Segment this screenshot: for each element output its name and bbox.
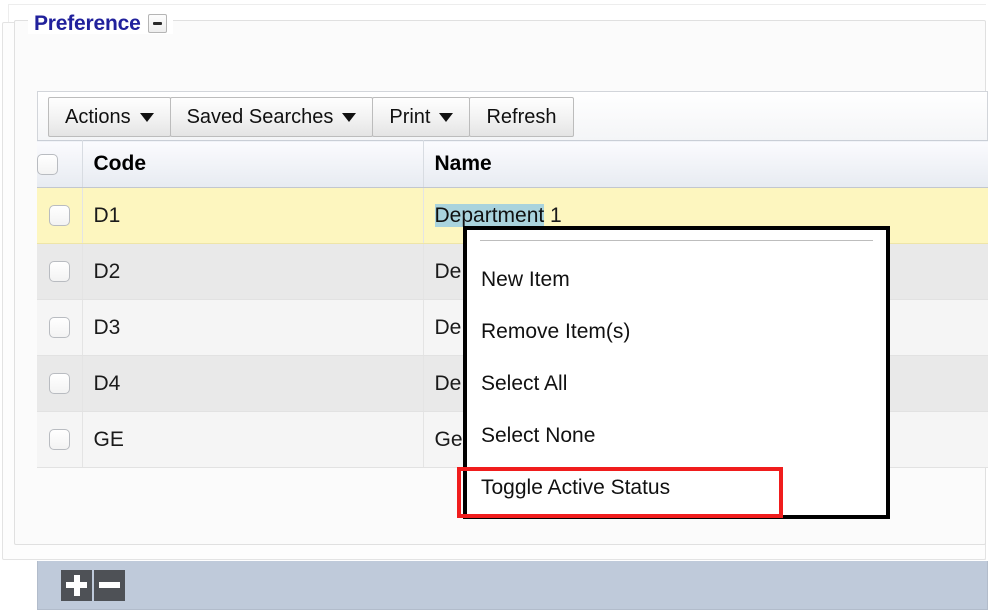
cell-name-text: Department 1: [424, 203, 562, 228]
cell-code-text: D2: [93, 259, 121, 283]
actions-button-label: Actions: [65, 105, 131, 128]
cell-code[interactable]: GE: [82, 411, 424, 468]
select-all-header-cell: [37, 140, 83, 188]
row-checkbox-cell: [37, 355, 83, 412]
column-header-name[interactable]: Name: [423, 140, 988, 188]
context-menu: New Item Remove Item(s) Select All Selec…: [463, 226, 890, 519]
cell-name-text: De: [434, 259, 462, 283]
menu-item-label: Select All: [481, 372, 568, 395]
cell-code[interactable]: D3: [82, 299, 424, 356]
menu-item-label: Select None: [481, 424, 596, 447]
selected-text: Department: [434, 203, 545, 227]
grid-footer-bar: [37, 561, 988, 610]
cell-code-text: GE: [93, 427, 124, 451]
row-checkbox-cell: [37, 187, 83, 244]
menu-item-select-none[interactable]: Select None: [467, 410, 886, 462]
menu-item-label: Toggle Active Status: [481, 476, 671, 499]
section-legend: Preference: [28, 13, 173, 34]
row-checkbox[interactable]: [48, 317, 70, 339]
chevron-down-icon: [342, 112, 357, 122]
cell-code[interactable]: D4: [82, 355, 424, 412]
remove-row-button[interactable]: [94, 569, 125, 601]
cell-code-text: D1: [93, 203, 121, 227]
menu-item-new-item[interactable]: New Item: [467, 254, 886, 306]
row-checkbox[interactable]: [48, 205, 70, 227]
saved-searches-button[interactable]: Saved Searches: [169, 97, 374, 137]
cell-name-text: De: [434, 315, 462, 339]
cell-name-text: De: [434, 371, 462, 395]
menu-item-label: Remove Item(s): [481, 320, 631, 343]
cell-code[interactable]: D2: [82, 243, 424, 300]
minus-icon: [99, 582, 120, 588]
cell-code-text: D3: [93, 315, 121, 339]
cell-code[interactable]: D1: [82, 187, 424, 244]
column-header-name-label: Name: [434, 152, 492, 175]
table-header-row: Code Name: [37, 140, 988, 188]
plus-icon-vertical: [73, 574, 80, 596]
grid-toolbar: Actions Saved Searches Print Refresh: [37, 91, 988, 140]
actions-button[interactable]: Actions: [48, 97, 171, 137]
row-checkbox-cell: [37, 243, 83, 300]
table-header: Code Name: [37, 140, 988, 188]
page-title: Preference: [34, 12, 141, 35]
menu-item-label: New Item: [481, 268, 570, 291]
saved-searches-button-label: Saved Searches: [186, 105, 334, 128]
print-button-label: Print: [389, 105, 431, 128]
menu-item-toggle-active-status[interactable]: Toggle Active Status: [467, 462, 886, 514]
minus-icon[interactable]: [147, 14, 167, 33]
select-all-checkbox[interactable]: [37, 153, 58, 175]
row-checkbox-cell: [37, 411, 83, 468]
column-header-code[interactable]: Code: [82, 140, 424, 188]
refresh-button[interactable]: Refresh: [469, 97, 574, 137]
context-menu-list: New Item Remove Item(s) Select All Selec…: [467, 254, 886, 514]
refresh-button-label: Refresh: [486, 105, 557, 128]
row-checkbox-cell: [37, 299, 83, 356]
cell-name-text: Ge: [434, 427, 463, 451]
context-menu-separator: [480, 240, 873, 241]
row-checkbox[interactable]: [48, 373, 70, 395]
cell-code-text: D4: [93, 371, 121, 395]
row-checkbox[interactable]: [48, 261, 70, 283]
menu-item-remove-items[interactable]: Remove Item(s): [467, 306, 886, 358]
column-header-code-label: Code: [93, 152, 147, 175]
print-button[interactable]: Print: [372, 97, 471, 137]
chevron-down-icon: [139, 112, 154, 122]
row-checkbox[interactable]: [48, 429, 70, 451]
chevron-down-icon: [439, 112, 454, 122]
unselected-text: 1: [544, 203, 562, 227]
add-row-button[interactable]: [61, 569, 92, 601]
menu-item-select-all[interactable]: Select All: [467, 358, 886, 410]
